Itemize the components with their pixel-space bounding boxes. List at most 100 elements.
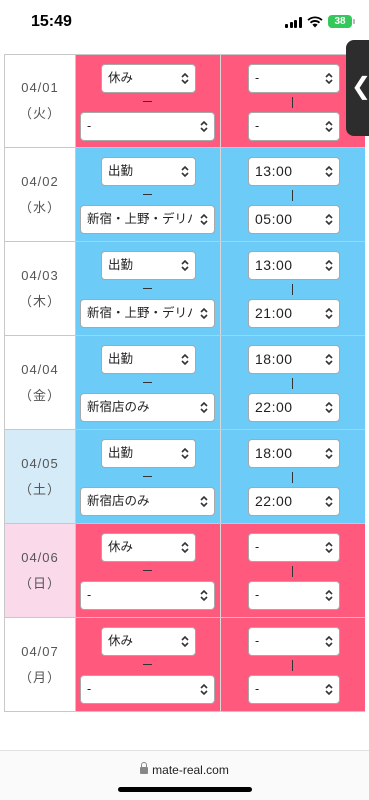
table-row: 04/01 （火） 休み - - - [4,54,365,148]
weekday-label: （木） [18,293,61,309]
cellular-signal-icon [285,17,302,28]
select-arrows-icon [181,447,189,460]
time-cell: 13:00 21:00 [221,242,365,335]
start-time-select[interactable]: - [248,627,340,656]
date-label: 04/02 [21,173,59,189]
select-arrows-icon [325,541,333,554]
time-cell: 18:00 22:00 [221,336,365,429]
select-arrows-icon [325,683,333,696]
schedule-table: 04/01 （火） 休み - - - 04/02 （水） 出勤 新宿・上野・デリ… [4,54,365,712]
time-cell: 13:00 05:00 [221,148,365,241]
select-arrows-icon [325,120,333,133]
select-arrows-icon [181,541,189,554]
time-cell: - - [221,55,365,147]
select-arrows-icon [325,635,333,648]
status-select[interactable]: 出勤 [101,251,196,280]
separator-dash [143,664,152,665]
start-time-select[interactable]: 13:00 [248,157,340,186]
shop-select[interactable]: 新宿・上野・デリバ [80,205,215,234]
status-shop-cell: 休み - [76,524,221,617]
start-time-select[interactable]: 18:00 [248,345,340,374]
wifi-icon [307,16,323,28]
chevron-left-icon: ❮ [351,73,369,99]
separator-dash [143,194,152,195]
separator-bar [292,566,293,577]
start-time-select[interactable]: 18:00 [248,439,340,468]
browser-address-bar[interactable]: mate-real.com [0,751,369,800]
start-time-select[interactable]: - [248,533,340,562]
select-arrows-icon [181,165,189,178]
status-select[interactable]: 休み [101,533,196,562]
url-display[interactable]: mate-real.com [0,762,369,777]
select-arrows-icon [325,259,333,272]
start-time-select[interactable]: 13:00 [248,251,340,280]
shop-select[interactable]: 新宿・上野・デリバ [80,299,215,328]
select-arrows-icon [200,401,208,414]
start-time-select[interactable]: - [248,64,340,93]
select-arrows-icon [181,353,189,366]
shop-select[interactable]: - [80,112,215,141]
table-row: 04/06 （日） 休み - - - [4,524,365,618]
end-time-select[interactable]: 22:00 [248,393,340,422]
end-time-select[interactable]: 05:00 [248,205,340,234]
end-time-select[interactable]: 21:00 [248,299,340,328]
status-select[interactable]: 出勤 [101,345,196,374]
weekday-label: （日） [18,575,61,591]
side-drawer-tab[interactable]: ❮ [346,40,369,136]
select-arrows-icon [181,635,189,648]
date-cell: 04/07 （月） [4,618,76,711]
lock-icon [140,762,149,774]
end-time-select[interactable]: - [248,675,340,704]
shop-select[interactable]: - [80,581,215,610]
separator-bar [292,660,293,671]
select-arrows-icon [325,589,333,602]
status-shop-cell: 休み - [76,55,221,147]
home-indicator[interactable] [118,787,252,792]
status-shop-cell: 出勤 新宿店のみ [76,430,221,523]
separator-bar [292,97,293,108]
select-arrows-icon [181,72,189,85]
table-row: 04/05 （土） 出勤 新宿店のみ 18:00 22:00 [4,430,365,524]
weekday-label: （土） [18,481,61,497]
weekday-label: （水） [18,199,61,215]
date-cell: 04/04 （金） [4,336,76,429]
select-arrows-icon [325,165,333,178]
status-select[interactable]: 休み [101,627,196,656]
date-label: 04/05 [21,455,59,471]
separator-bar [292,378,293,389]
table-row: 04/04 （金） 出勤 新宿店のみ 18:00 22:00 [4,336,365,430]
time-cell: - - [221,524,365,617]
separator-dash [143,570,152,571]
select-arrows-icon [181,259,189,272]
status-bar: 15:49 38 [0,0,369,46]
date-label: 04/01 [21,80,59,95]
date-label: 04/03 [21,267,59,283]
select-arrows-icon [325,307,333,320]
select-arrows-icon [200,589,208,602]
shop-select[interactable]: 新宿店のみ [80,487,215,516]
status-shop-cell: 出勤 新宿・上野・デリバ [76,148,221,241]
end-time-select[interactable]: - [248,112,340,141]
select-arrows-icon [325,401,333,414]
select-arrows-icon [200,120,208,133]
select-arrows-icon [325,495,333,508]
status-shop-cell: 出勤 新宿店のみ [76,336,221,429]
status-select[interactable]: 休み [101,64,196,93]
status-select[interactable]: 出勤 [101,157,196,186]
status-time: 15:49 [31,13,72,30]
time-cell: 18:00 22:00 [221,430,365,523]
status-select[interactable]: 出勤 [101,439,196,468]
end-time-select[interactable]: - [248,581,340,610]
separator-dash [143,288,152,289]
select-arrows-icon [200,495,208,508]
battery-icon: 38 [328,15,355,28]
weekday-label: （火） [18,106,61,121]
end-time-select[interactable]: 22:00 [248,487,340,516]
date-cell: 04/01 （火） [4,55,76,147]
url-text: mate-real.com [152,763,229,777]
shop-select[interactable]: - [80,675,215,704]
table-row: 04/02 （水） 出勤 新宿・上野・デリバ 13:00 05:00 [4,148,365,242]
date-label: 04/06 [21,549,59,565]
select-arrows-icon [325,213,333,226]
shop-select[interactable]: 新宿店のみ [80,393,215,422]
